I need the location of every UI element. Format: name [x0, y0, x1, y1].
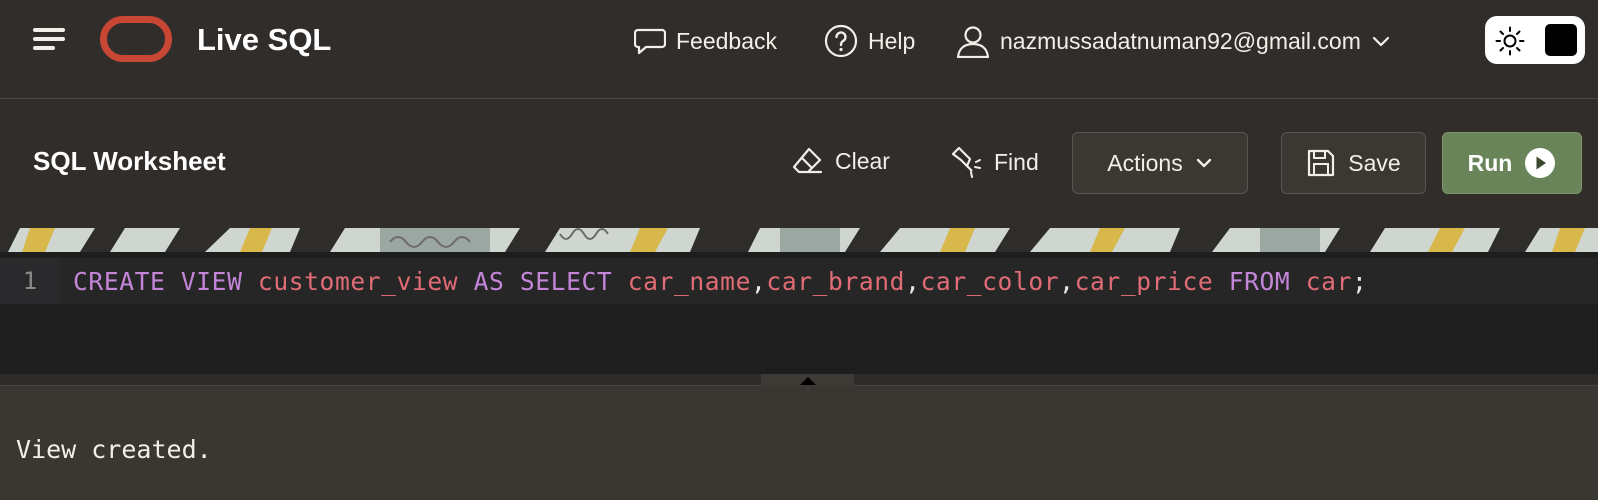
user-email: nazmussadatnuman92@gmail.com: [1000, 27, 1361, 54]
sql-punctuation: [1213, 267, 1228, 296]
chat-bubble-icon: [634, 28, 666, 55]
dark-mode-icon: [1545, 24, 1577, 56]
sql-punctuation: ,: [905, 266, 921, 296]
decorative-banner: [0, 228, 1598, 252]
sql-punctuation: ,: [1059, 266, 1075, 296]
save-label: Save: [1348, 149, 1401, 176]
user-icon: [956, 26, 990, 58]
menu-icon[interactable]: [33, 26, 67, 52]
user-menu[interactable]: nazmussadatnuman92@gmail.com: [956, 24, 1391, 58]
help-circle-icon: [824, 24, 858, 58]
help-label: Help: [868, 27, 916, 54]
chevron-down-icon: [1196, 158, 1211, 168]
app-title: Live SQL: [197, 22, 332, 57]
play-icon: [1525, 148, 1556, 178]
eraser-icon: [792, 147, 823, 174]
sql-identifier: car_name: [627, 266, 751, 296]
panel-splitter: [0, 374, 1598, 386]
sql-identifier: car: [1305, 266, 1352, 296]
sql-punctuation: [612, 267, 627, 296]
sql-keyword: AS SELECT: [473, 266, 613, 296]
sql-punctuation: [1290, 267, 1305, 296]
sun-icon: [1495, 26, 1525, 56]
sql-identifier: car_price: [1074, 266, 1214, 296]
worksheet-title: SQL Worksheet: [33, 146, 226, 176]
sql-punctuation: ;: [1351, 266, 1368, 296]
sql-identifier: car_brand: [766, 266, 906, 296]
find-label: Find: [994, 148, 1039, 175]
resize-handle[interactable]: [761, 374, 854, 386]
sql-identifier: car_color: [920, 266, 1060, 296]
feedback-label: Feedback: [676, 27, 778, 54]
output-panel: View created.: [0, 387, 1598, 500]
find-button[interactable]: Find: [950, 146, 1039, 178]
sql-editor[interactable]: 1 CREATE VIEW customer_view AS SELECT ca…: [0, 252, 1598, 374]
output-message: View created.: [16, 435, 212, 464]
sql-identifier: customer_view: [257, 266, 459, 296]
sql-punctuation: [242, 267, 257, 296]
worksheet-toolbar: SQL Worksheet Clear Find Actions Save Ru…: [0, 99, 1598, 228]
flashlight-icon: [951, 146, 981, 178]
clear-label: Clear: [835, 147, 890, 174]
line-number: 1: [0, 258, 60, 304]
editor-line[interactable]: 1 CREATE VIEW customer_view AS SELECT ca…: [0, 258, 1598, 304]
sql-keyword: FROM: [1228, 266, 1291, 296]
top-header: Live SQL Feedback Help nazmussadatnuman9…: [0, 0, 1598, 99]
sql-statement[interactable]: CREATE VIEW customer_view AS SELECT car_…: [73, 258, 1367, 304]
actions-label: Actions: [1107, 149, 1183, 176]
feedback-link[interactable]: Feedback: [634, 24, 777, 58]
actions-dropdown[interactable]: Actions: [1072, 132, 1248, 194]
save-icon: [1308, 149, 1335, 177]
sql-punctuation: [458, 267, 473, 296]
sql-keyword: CREATE VIEW: [73, 266, 243, 296]
run-label: Run: [1467, 149, 1513, 176]
theme-toggle[interactable]: [1485, 16, 1585, 64]
collapse-arrow-icon: [800, 377, 816, 385]
clear-button[interactable]: Clear: [791, 146, 890, 176]
run-button[interactable]: Run: [1442, 132, 1582, 194]
help-link[interactable]: Help: [824, 24, 915, 58]
save-button[interactable]: Save: [1281, 132, 1426, 194]
oracle-logo[interactable]: [100, 16, 172, 62]
sql-punctuation: ,: [750, 266, 767, 296]
chevron-down-icon: [1372, 36, 1389, 47]
